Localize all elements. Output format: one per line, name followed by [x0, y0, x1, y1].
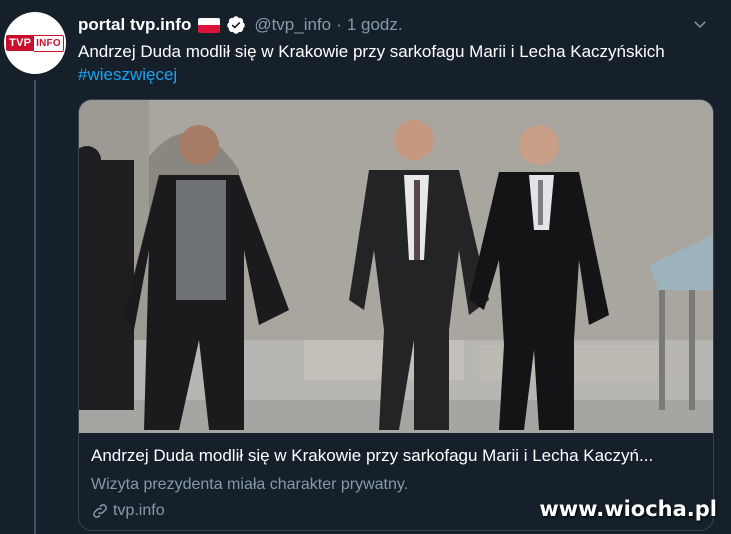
- hashtag-link[interactable]: #wieszwięcej: [78, 63, 718, 86]
- tvp-info-logo: TVP INFO: [6, 34, 64, 52]
- card-description: Wizyta prezydenta miała charakter prywat…: [91, 476, 409, 493]
- photo-scene: [79, 100, 713, 433]
- card-domain[interactable]: tvp.info: [91, 502, 165, 520]
- verified-badge-icon: [227, 16, 246, 34]
- author-handle[interactable]: @tvp_info: [254, 15, 331, 35]
- tweet-body: Andrzej Duda modlił się w Krakowie przy …: [78, 42, 665, 61]
- separator: ·: [336, 15, 342, 34]
- watermark: www.wiocha.pl: [539, 497, 717, 521]
- card-domain-text: tvp.info: [113, 502, 165, 519]
- tweet-header: portal tvp.info @tvp_info · 1 godz.: [78, 13, 711, 37]
- poland-flag-icon: [198, 17, 221, 33]
- author-name[interactable]: portal tvp.info: [78, 15, 191, 35]
- chevron-down-icon[interactable]: [691, 15, 709, 33]
- avatar[interactable]: TVP INFO: [4, 12, 66, 74]
- thread-line: [34, 80, 36, 534]
- link-icon: [93, 504, 107, 518]
- timestamp[interactable]: 1 godz.: [347, 15, 403, 35]
- card-photo: [79, 100, 713, 433]
- link-card[interactable]: Andrzej Duda modlił się w Krakowie przy …: [78, 99, 714, 531]
- card-title[interactable]: Andrzej Duda modlił się w Krakowie przy …: [91, 446, 701, 466]
- tweet-text: Andrzej Duda modlił się w Krakowie przy …: [78, 40, 718, 86]
